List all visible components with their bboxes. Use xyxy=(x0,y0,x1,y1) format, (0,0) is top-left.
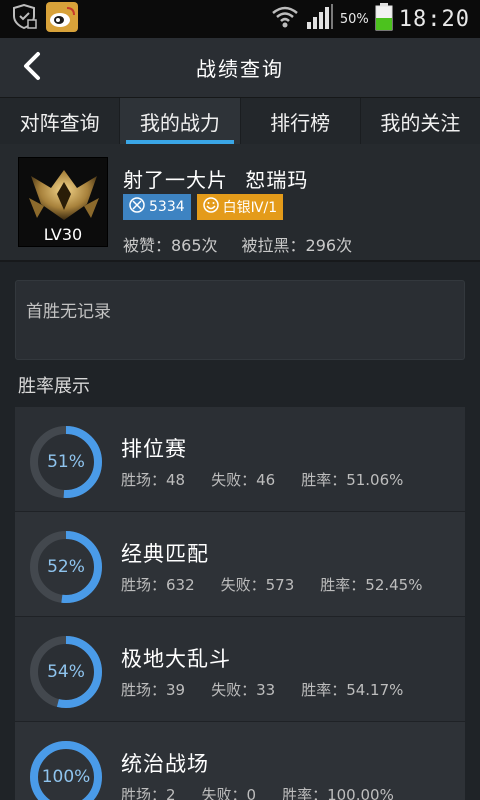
win-rate: 胜率：51.06% xyxy=(301,471,404,489)
list-item[interactable]: 54% 极地大乱斗 胜场：39 失败：33 胜率：54.17% xyxy=(15,617,465,722)
win-rate-list: 51% 排位赛 胜场：48 失败：46 胜率：51.06% 52% 经典匹配 胜… xyxy=(15,407,465,800)
power-value: 5334 xyxy=(149,199,185,215)
sword-icon xyxy=(129,197,145,217)
wins: 胜场：2 xyxy=(121,786,176,800)
level-label: LV30 xyxy=(43,225,83,244)
weibo-icon xyxy=(46,2,78,36)
match-stats: 胜场：39 失败：33 胜率：54.17% xyxy=(121,679,403,700)
battery-icon xyxy=(375,3,393,35)
avatar[interactable]: LV30 xyxy=(18,157,108,247)
rank-badge: 白银Ⅳ/1 xyxy=(196,194,284,220)
clock: 18:20 xyxy=(398,6,470,32)
losses: 失败：33 xyxy=(211,681,276,699)
power-badge: 5334 xyxy=(123,194,191,220)
list-item[interactable]: 51% 排位赛 胜场：48 失败：46 胜率：51.06% xyxy=(15,407,465,512)
match-stats: 胜场：48 失败：46 胜率：51.06% xyxy=(121,469,403,490)
win-rate-percent: 51% xyxy=(47,452,85,472)
win-rate: 胜率：52.45% xyxy=(320,576,423,594)
first-win-text: 首胜无记录 xyxy=(26,302,111,322)
badge-row: 5334 白银Ⅳ/1 xyxy=(123,194,284,220)
win-rate-percent: 100% xyxy=(41,767,91,787)
win-rate-percent: 52% xyxy=(47,557,85,577)
tab-matchup-query[interactable]: 对阵查询 xyxy=(0,98,121,144)
rank-value: 白银Ⅳ/1 xyxy=(222,200,278,216)
losses: 失败：573 xyxy=(220,576,295,594)
losses: 失败：0 xyxy=(201,786,257,800)
battery-percent: 50% xyxy=(339,11,369,27)
shield-icon xyxy=(10,3,38,34)
game-mode: 统治战场 xyxy=(121,752,209,776)
game-mode: 经典匹配 xyxy=(121,542,209,566)
server-name: 恕瑞玛 xyxy=(245,168,309,192)
summoner-name: 射了一大片 恕瑞玛 xyxy=(123,164,308,193)
win-rate-percent: 54% xyxy=(47,662,85,682)
tab-leaderboard[interactable]: 排行榜 xyxy=(241,98,361,144)
win-rate: 胜率：54.17% xyxy=(301,681,404,699)
profile-card: LV30 射了一大片 恕瑞玛 5334 白银Ⅳ/1 被赞：865次 被拉黑：29… xyxy=(0,144,480,262)
list-item[interactable]: 100% 统治战场 胜场：2 失败：0 胜率：100.00% xyxy=(15,722,465,800)
blacklisted-count: 被拉黑：296次 xyxy=(241,236,353,255)
reputation-row: 被赞：865次 被拉黑：296次 xyxy=(123,232,352,256)
section-title: 胜率展示 xyxy=(18,376,90,397)
wifi-icon xyxy=(270,4,300,34)
player-name: 射了一大片 xyxy=(123,168,228,192)
match-stats: 胜场：632 失败：573 胜率：52.45% xyxy=(121,574,422,595)
game-mode: 极地大乱斗 xyxy=(121,647,231,671)
page-title: 战绩查询 xyxy=(196,57,284,81)
game-mode: 排位赛 xyxy=(121,437,187,461)
wins: 胜场：632 xyxy=(121,576,195,594)
praised-count: 被赞：865次 xyxy=(123,236,218,255)
chevron-left-icon xyxy=(21,51,43,85)
losses: 失败：46 xyxy=(211,471,276,489)
wins: 胜场：48 xyxy=(121,471,186,489)
status-bar: 50% 18:20 xyxy=(0,0,480,38)
win-rate: 胜率：100.00% xyxy=(282,786,394,800)
match-stats: 胜场：2 失败：0 胜率：100.00% xyxy=(121,784,394,800)
wins: 胜场：39 xyxy=(121,681,186,699)
back-button[interactable] xyxy=(16,52,48,84)
tab-my-follows[interactable]: 我的关注 xyxy=(361,98,480,144)
signal-icon xyxy=(306,4,334,34)
tab-my-power[interactable]: 我的战力 xyxy=(120,98,241,144)
title-bar: 战绩查询 xyxy=(0,38,480,98)
tab-bar: 对阵查询 我的战力 排行榜 我的关注 xyxy=(0,98,480,144)
list-item[interactable]: 52% 经典匹配 胜场：632 失败：573 胜率：52.45% xyxy=(15,512,465,617)
rank-icon xyxy=(202,197,219,217)
first-win-panel: 首胜无记录 xyxy=(15,280,465,360)
